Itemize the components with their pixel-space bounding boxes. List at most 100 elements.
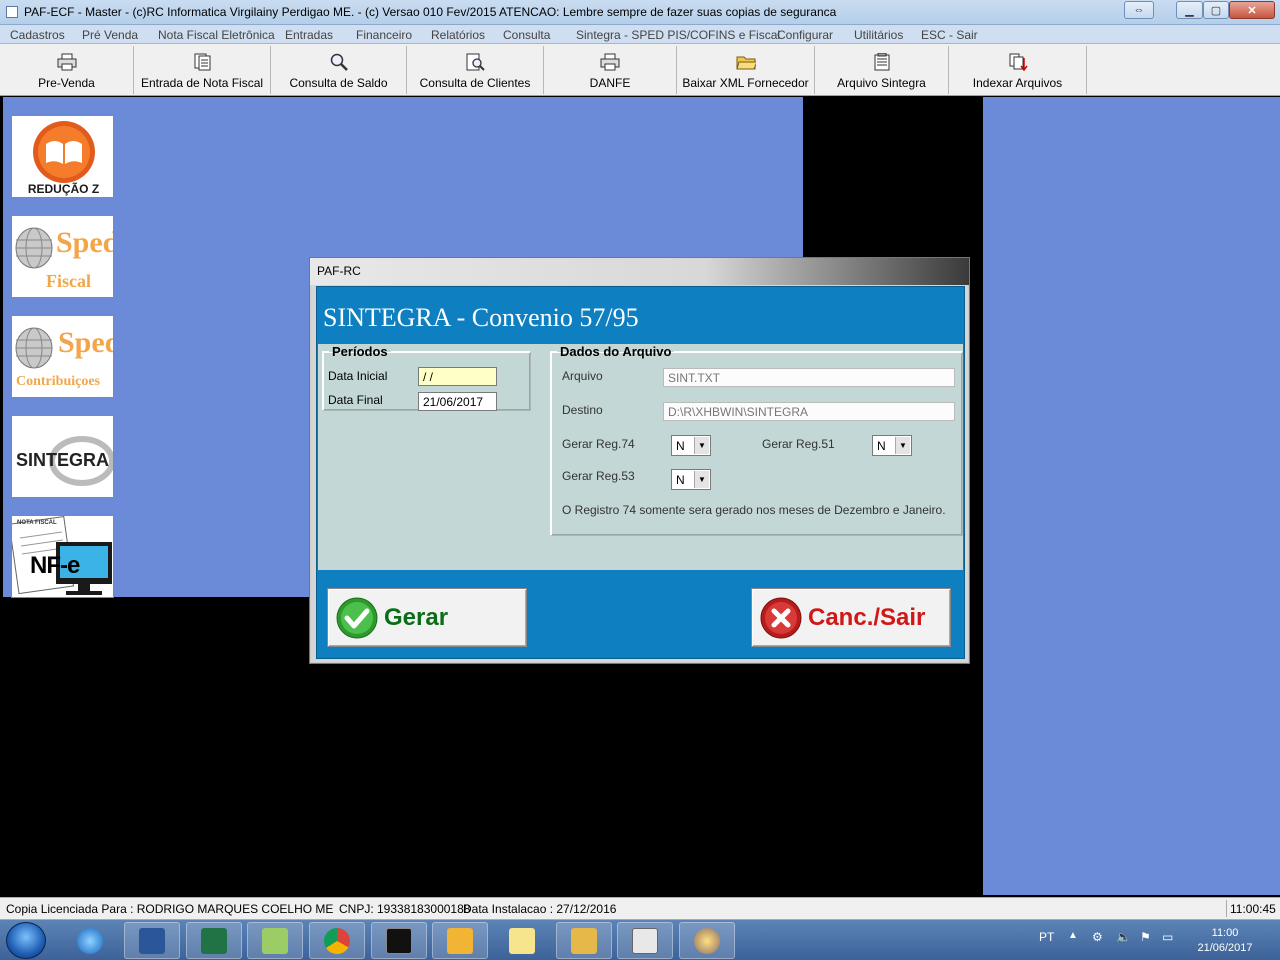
menu-bar: Cadastros Pré Venda Nota Fiscal Eletrôni… — [0, 25, 1280, 44]
reducao-z-label: REDUÇÃO Z — [27, 182, 100, 196]
sped-contribuicoes-title: Sped — [58, 326, 113, 359]
notepadpp-taskbar-icon[interactable] — [247, 922, 303, 959]
cancel-button[interactable]: Canc./Sair — [751, 588, 951, 647]
paf-taskbar-icon[interactable] — [617, 922, 673, 959]
nfe-label: NF-e — [30, 552, 80, 579]
toolbar: Pre-Venda Entrada de Nota Fiscal Consult… — [0, 44, 1280, 96]
sintegra-tile[interactable]: SINTEGRA — [11, 415, 114, 498]
menu-relatorios[interactable]: Relatórios — [431, 28, 485, 42]
close-button[interactable]: ✕ — [1229, 1, 1275, 19]
documents-icon — [192, 53, 212, 71]
status-divider — [1226, 900, 1227, 917]
menu-entradas[interactable]: Entradas — [285, 28, 333, 42]
menu-utilitarios[interactable]: Utilitários — [854, 28, 903, 42]
dialog-body: SINTEGRA - Convenio 57/95 Períodos Data … — [316, 286, 965, 659]
explorer-taskbar-icon[interactable] — [556, 922, 612, 959]
start-button[interactable] — [6, 922, 46, 959]
toolbar-label: DANFE — [589, 76, 631, 90]
destino-input[interactable]: D:\R\XHBWIN\SINTEGRA — [663, 402, 955, 421]
resize-arrows-button[interactable]: ⇔ — [1124, 1, 1154, 19]
destino-label: Destino — [562, 403, 603, 417]
toolbar-indexar-arquivos-button[interactable]: Indexar Arquivos — [949, 46, 1087, 94]
data-inicial-label: Data Inicial — [328, 369, 388, 383]
chrome-taskbar-icon[interactable] — [309, 922, 365, 959]
sped-fiscal-tile[interactable]: Sped Fiscal — [11, 215, 114, 298]
dialog-title: PAF-RC — [317, 264, 361, 278]
install-date-text: Data Instalacao : 27/12/2016 — [463, 902, 617, 916]
show-hidden-icons-icon[interactable]: ▲ — [1068, 930, 1078, 941]
sped-contribuicoes-tile[interactable]: Sped Contribuiçoes — [11, 315, 114, 398]
menu-nota-fiscal-eletronica[interactable]: Nota Fiscal Eletrônica — [158, 28, 275, 42]
dialog-titlebar: PAF-RC — [310, 258, 969, 285]
reg74-value: N — [676, 439, 685, 453]
excel-taskbar-icon[interactable] — [186, 922, 242, 959]
data-final-input[interactable]: 21/06/2017 — [418, 392, 497, 411]
word-taskbar-icon[interactable] — [124, 922, 180, 959]
index-files-icon — [1008, 53, 1028, 71]
reg53-select[interactable]: N ▼ — [671, 469, 711, 490]
folder-open-icon — [735, 53, 756, 71]
toolbar-danfe-button[interactable]: DANFE — [544, 46, 677, 94]
toolbar-arquivo-sintegra-button[interactable]: Arquivo Sintegra — [815, 46, 949, 94]
clock[interactable]: 11:00 21/06/2017 — [1195, 926, 1255, 956]
toolbar-baixar-xml-button[interactable]: Baixar XML Fornecedor — [677, 46, 815, 94]
clock-date: 21/06/2017 — [1197, 942, 1253, 954]
document-search-icon — [465, 53, 485, 71]
nfe-doc-label: NOTA FISCAL — [17, 520, 57, 526]
menu-consulta[interactable]: Consulta — [503, 28, 550, 42]
reducao-z-tile[interactable]: REDUÇÃO Z — [11, 115, 114, 198]
menu-financeiro[interactable]: Financeiro — [356, 28, 412, 42]
toolbar-consulta-saldo-button[interactable]: Consulta de Saldo — [271, 46, 407, 94]
chevron-down-icon[interactable]: ▼ — [694, 471, 709, 488]
cnpj-text: CNPJ: 19338183000188 — [339, 902, 471, 916]
flag-icon[interactable]: ⚑ — [1140, 930, 1151, 944]
notepad-icon — [872, 53, 892, 71]
sped-fiscal-subtitle: Fiscal — [46, 271, 91, 291]
printer-icon — [57, 53, 77, 71]
reg74-select[interactable]: N ▼ — [671, 435, 711, 456]
language-indicator[interactable]: PT — [1039, 930, 1054, 944]
maximize-button[interactable]: ▢ — [1203, 1, 1229, 19]
menu-cadastros[interactable]: Cadastros — [10, 28, 65, 42]
toolbar-pre-venda-button[interactable]: Pre-Venda — [0, 46, 134, 94]
network-icon[interactable]: ⚙ — [1092, 930, 1103, 944]
arquivo-label: Arquivo — [562, 369, 603, 383]
ie-taskbar-icon[interactable] — [62, 922, 118, 959]
toolbar-label: Pre-Venda — [38, 76, 95, 90]
menu-pre-venda[interactable]: Pré Venda — [82, 28, 138, 42]
gerar-button[interactable]: Gerar — [327, 588, 527, 647]
sintegra-label: SINTEGRA — [16, 450, 110, 470]
menu-configurar[interactable]: Configurar — [777, 28, 833, 42]
toolbar-label: Consulta de Clientes — [419, 76, 531, 90]
app-icon — [6, 6, 18, 18]
chevron-down-icon[interactable]: ▼ — [895, 437, 910, 454]
close-icon — [760, 597, 802, 638]
arquivo-input[interactable]: SINT.TXT — [663, 368, 955, 387]
reg53-label: Gerar Reg.53 — [562, 469, 635, 483]
license-text: Copia Licenciada Para : RODRIGO MARQUES … — [6, 902, 334, 916]
nfe-tile[interactable]: NOTA FISCAL NF-e — [11, 515, 114, 598]
toolbar-entrada-nota-fiscal-button[interactable]: Entrada de Nota Fiscal — [134, 46, 271, 94]
status-time: 11:00:45 — [1230, 902, 1276, 916]
outlook-taskbar-icon[interactable] — [432, 922, 488, 959]
menu-esc-sair[interactable]: ESC - Sair — [921, 28, 978, 42]
toolbar-label: Arquivo Sintegra — [837, 76, 926, 90]
printer-icon — [600, 53, 620, 71]
sped-contribuicoes-subtitle: Contribuiçoes — [16, 374, 100, 389]
display-icon[interactable]: ▭ — [1162, 930, 1173, 944]
sped-globe-icon — [15, 227, 53, 269]
sintegra-dialog: PAF-RC SINTEGRA - Convenio 57/95 Período… — [309, 257, 970, 664]
data-inicial-input[interactable]: / / — [418, 367, 497, 386]
volume-icon[interactable]: 🔈 — [1116, 930, 1131, 944]
toolbar-consulta-clientes-button[interactable]: Consulta de Clientes — [407, 46, 544, 94]
sticky-notes-taskbar-icon[interactable] — [494, 922, 550, 959]
cmd-taskbar-icon[interactable] — [371, 922, 427, 959]
minimize-button[interactable]: ▁ — [1176, 1, 1203, 19]
form-area: Períodos Data Inicial / / Data Final 21/… — [318, 344, 963, 570]
paint-taskbar-icon[interactable] — [679, 922, 735, 959]
reg51-select[interactable]: N ▼ — [872, 435, 912, 456]
chevron-down-icon[interactable]: ▼ — [694, 437, 709, 454]
status-bar: Copia Licenciada Para : RODRIGO MARQUES … — [0, 897, 1280, 919]
reg74-note: O Registro 74 somente sera gerado nos me… — [562, 503, 946, 517]
menu-sintegra-sped[interactable]: Sintegra - SPED PIS/COFINS e Fiscal — [576, 28, 780, 42]
